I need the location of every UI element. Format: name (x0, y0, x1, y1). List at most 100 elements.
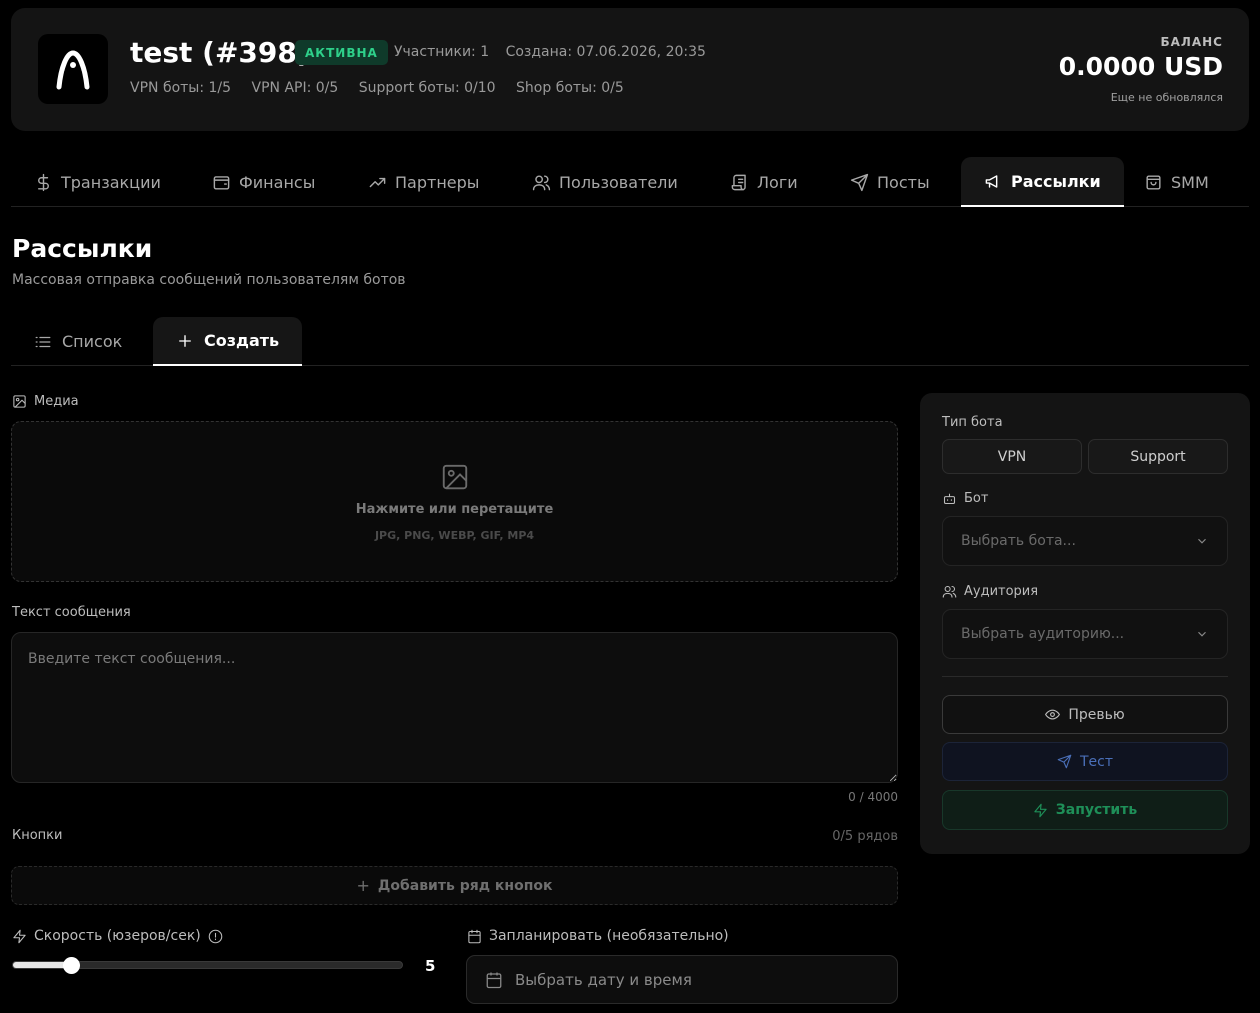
media-label: Медиа (12, 394, 79, 409)
users-icon (942, 585, 957, 598)
project-meta: Участники: 1 Создана: 07.06.2026, 20:35 (394, 44, 718, 60)
sub-tabs: Список Создать (11, 317, 1249, 366)
speed-slider[interactable] (12, 957, 403, 974)
limit-shop-bots: Shop боты: 0/5 (516, 80, 624, 96)
tab-label: SMM (1171, 172, 1209, 192)
scroll-icon (731, 174, 746, 190)
calendar-icon (468, 929, 481, 943)
tab-transactions[interactable]: Транзакции (11, 157, 184, 207)
bot-label-text: Бот (964, 491, 989, 506)
panel-divider (942, 676, 1228, 677)
bot-limits: VPN боты: 1/5 VPN API: 0/5 Support боты:… (130, 80, 640, 96)
limit-support-bots: Support боты: 0/10 (358, 80, 496, 96)
schedule-button-label: Выбрать дату и время (515, 970, 692, 989)
eye-icon (1045, 709, 1061, 720)
limit-vpn-bots: VPN боты: 1/5 (130, 80, 232, 96)
settings-panel: Тип бота VPN Support Бот Выбрать бота...… (920, 393, 1250, 854)
project-logo (38, 34, 108, 104)
balance-updated: Еще не обновлялся (1110, 91, 1223, 104)
tab-partners[interactable]: Партнеры (345, 157, 502, 207)
message-label: Текст сообщения (12, 605, 131, 620)
speed-label-text: Скорость (юзеров/сек) (34, 928, 201, 944)
launch-button-label: Запустить (1055, 802, 1138, 818)
bot-select-value: Выбрать бота... (961, 533, 1076, 549)
dropzone-title: Нажмите или перетащите (355, 502, 554, 517)
megaphone-icon (985, 174, 998, 188)
tab-label: Пользователи (559, 172, 678, 192)
bot-select[interactable]: Выбрать бота... (942, 516, 1228, 566)
bot-label: Бот (942, 491, 988, 506)
schedule-label-text: Запланировать (необязательно) (489, 928, 729, 944)
page-title: Рассылки (12, 234, 153, 263)
bot-icon (943, 493, 956, 505)
subtab-create[interactable]: Создать (153, 317, 303, 366)
audience-label: Аудитория (942, 584, 1038, 599)
dollar-icon (38, 173, 49, 191)
tab-mailings[interactable]: Рассылки (961, 157, 1124, 207)
tab-label: Посты (877, 172, 930, 192)
limit-vpn-api: VPN API: 0/5 (251, 80, 339, 96)
image-icon (13, 395, 26, 408)
bot-type-support[interactable]: Support (1088, 439, 1228, 474)
buttons-label: Кнопки (12, 828, 63, 843)
tab-label: Партнеры (395, 172, 480, 192)
balance-value: 0.0000 USD (1058, 52, 1223, 81)
tab-logs[interactable]: Логи (707, 157, 821, 207)
tab-label: Рассылки (1011, 171, 1101, 191)
status-badge: АКТИВНА (295, 40, 388, 65)
message-counter: 0 / 4000 (848, 790, 898, 804)
media-label-text: Медиа (34, 394, 79, 409)
audience-label-text: Аудитория (964, 584, 1039, 599)
audience-select[interactable]: Выбрать аудиторию... (942, 609, 1228, 659)
schedule-datetime-button[interactable]: Выбрать дату и время (466, 955, 898, 1004)
launch-button[interactable]: Запустить (942, 790, 1228, 830)
trending-up-icon (369, 177, 386, 187)
logo-icon (56, 50, 90, 90)
add-button-row[interactable]: + Добавить ряд кнопок (11, 866, 898, 905)
page-subtitle: Массовая отправка сообщений пользователя… (12, 272, 406, 288)
project-header: test (#398) АКТИВНА Участники: 1 Создана… (11, 8, 1249, 131)
info-icon[interactable] (208, 929, 223, 944)
subtab-label: Создать (204, 331, 280, 350)
main-tabs: Транзакции Финансы Партнеры Пользователи… (11, 157, 1249, 207)
tab-label: Финансы (239, 172, 316, 192)
wallet-icon (213, 175, 230, 190)
subtab-label: Список (62, 332, 123, 351)
dropzone-formats: JPG, PNG, WEBP, GIF, MP4 (374, 529, 535, 542)
chevron-down-icon (1198, 631, 1206, 637)
created-date: Создана: 07.06.2026, 20:35 (505, 44, 706, 60)
speed-slider-handle[interactable] (63, 957, 81, 974)
tab-users[interactable]: Пользователи (509, 157, 701, 207)
test-button-label: Тест (1079, 753, 1114, 770)
image-upload-icon (442, 464, 468, 490)
audience-select-value: Выбрать аудиторию... (961, 626, 1125, 642)
preview-button[interactable]: Превью (942, 695, 1228, 734)
members-count: Участники: 1 (394, 44, 490, 60)
speed-value: 5 (425, 957, 436, 975)
send-icon (850, 173, 869, 191)
message-textarea[interactable] (11, 632, 898, 783)
subtab-list[interactable]: Список (11, 317, 145, 366)
chevron-down-icon (1198, 538, 1206, 544)
tab-smm[interactable]: SMM (1121, 157, 1232, 207)
bot-type-vpn[interactable]: VPN (942, 439, 1082, 474)
plus-icon (179, 334, 191, 347)
test-button[interactable]: Тест (942, 742, 1228, 781)
media-dropzone[interactable]: Нажмите или перетащите JPG, PNG, WEBP, G… (11, 421, 898, 582)
tab-label: Транзакции (61, 172, 161, 192)
calendar-icon (486, 972, 502, 988)
tab-finance[interactable]: Финансы (189, 157, 338, 207)
preview-button-label: Превью (1068, 706, 1125, 723)
balance-label: БАЛАНС (1160, 35, 1223, 49)
speed-label: Скорость (юзеров/сек) (12, 928, 223, 944)
bot-type-label: Тип бота (942, 415, 1003, 430)
zap-icon (1034, 803, 1047, 817)
list-icon (35, 336, 51, 347)
button-rows-count: 0/5 рядов (832, 829, 898, 844)
project-title: test (#398) (130, 36, 310, 69)
shopping-bag-icon (1146, 174, 1161, 190)
add-row-label: Добавить ряд кнопок (377, 877, 553, 894)
send-icon (1057, 754, 1072, 769)
tab-posts[interactable]: Посты (827, 157, 953, 207)
zap-icon (13, 929, 26, 943)
